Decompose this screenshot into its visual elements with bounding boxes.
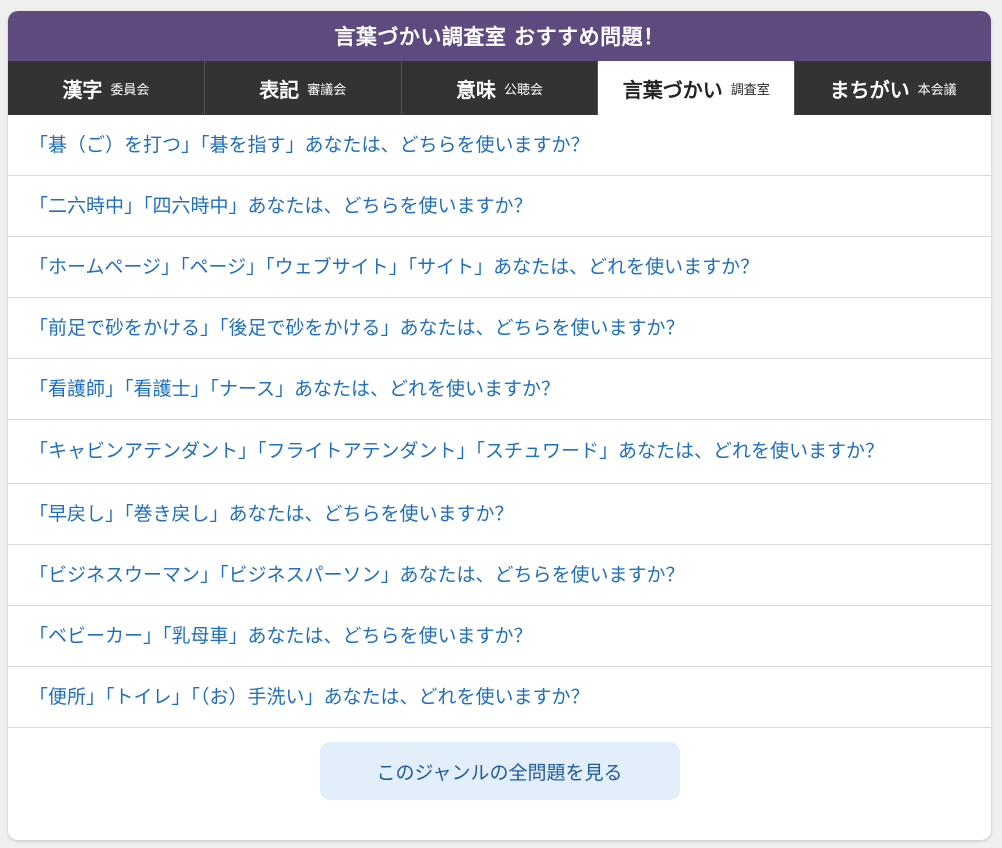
card-footer: このジャンルの全問題を見る <box>8 728 991 814</box>
question-link[interactable]: 「キャビンアテンダント」「フライトアテンダント」「スチュワード」あなたは、どれを… <box>8 420 991 484</box>
tab-label: 言葉づかい <box>622 77 723 102</box>
question-link[interactable]: 「早戻し」「巻き戻し」あなたは、どちらを使いますか？ <box>8 484 991 545</box>
tab-sublabel: 調査室 <box>730 82 770 98</box>
question-link[interactable]: 「ビジネスウーマン」「ビジネスパーソン」あなたは、どちらを使いますか？ <box>8 545 991 606</box>
tab-sublabel: 本会議 <box>917 82 957 98</box>
tab-machigai[interactable]: まちがい 本会議 <box>795 61 991 115</box>
question-link[interactable]: 「二六時中」「四六時中」あなたは、どちらを使いますか？ <box>8 176 991 237</box>
tab-kanji[interactable]: 漢字 委員会 <box>8 61 205 115</box>
tab-label: 漢字 <box>62 77 103 102</box>
tab-label: まちがい <box>829 77 910 102</box>
question-link[interactable]: 「ベビーカー」「乳母車」あなたは、どちらを使いますか？ <box>8 606 991 667</box>
view-all-questions-button[interactable]: このジャンルの全問題を見る <box>319 742 680 800</box>
tab-sublabel: 委員会 <box>110 82 150 98</box>
tab-sublabel: 公聴会 <box>503 82 543 98</box>
question-link[interactable]: 「便所」「トイレ」「（お）手洗い」あなたは、どれを使いますか？ <box>8 667 991 728</box>
genre-tabs: 漢字 委員会 表記 審議会 意味 公聴会 言葉づかい 調査室 まちがい 本会議 <box>8 61 991 115</box>
question-list: 「碁（ご）を打つ」「碁を指す」あなたは、どちらを使いますか？ 「二六時中」「四六… <box>8 115 991 728</box>
card-title: 言葉づかい調査室 おすすめ問題！ <box>8 11 991 61</box>
tab-kotobazukai[interactable]: 言葉づかい 調査室 <box>598 61 796 115</box>
tab-label: 意味 <box>455 77 496 102</box>
recommended-questions-card: 言葉づかい調査室 おすすめ問題！ 漢字 委員会 表記 審議会 意味 公聴会 言葉… <box>8 11 991 840</box>
question-link[interactable]: 「碁（ご）を打つ」「碁を指す」あなたは、どちらを使いますか？ <box>8 115 991 176</box>
question-link[interactable]: 「看護師」「看護士」「ナース」あなたは、どれを使いますか？ <box>8 359 991 420</box>
tab-label: 表記 <box>259 77 300 102</box>
tab-hyoki[interactable]: 表記 審議会 <box>205 61 402 115</box>
tab-imi[interactable]: 意味 公聴会 <box>402 61 599 115</box>
tab-sublabel: 審議会 <box>307 82 347 98</box>
question-link[interactable]: 「前足で砂をかける」「後足で砂をかける」あなたは、どちらを使いますか？ <box>8 298 991 359</box>
question-link[interactable]: 「ホームページ」「ページ」「ウェブサイト」「サイト」あなたは、どれを使いますか？ <box>8 237 991 298</box>
